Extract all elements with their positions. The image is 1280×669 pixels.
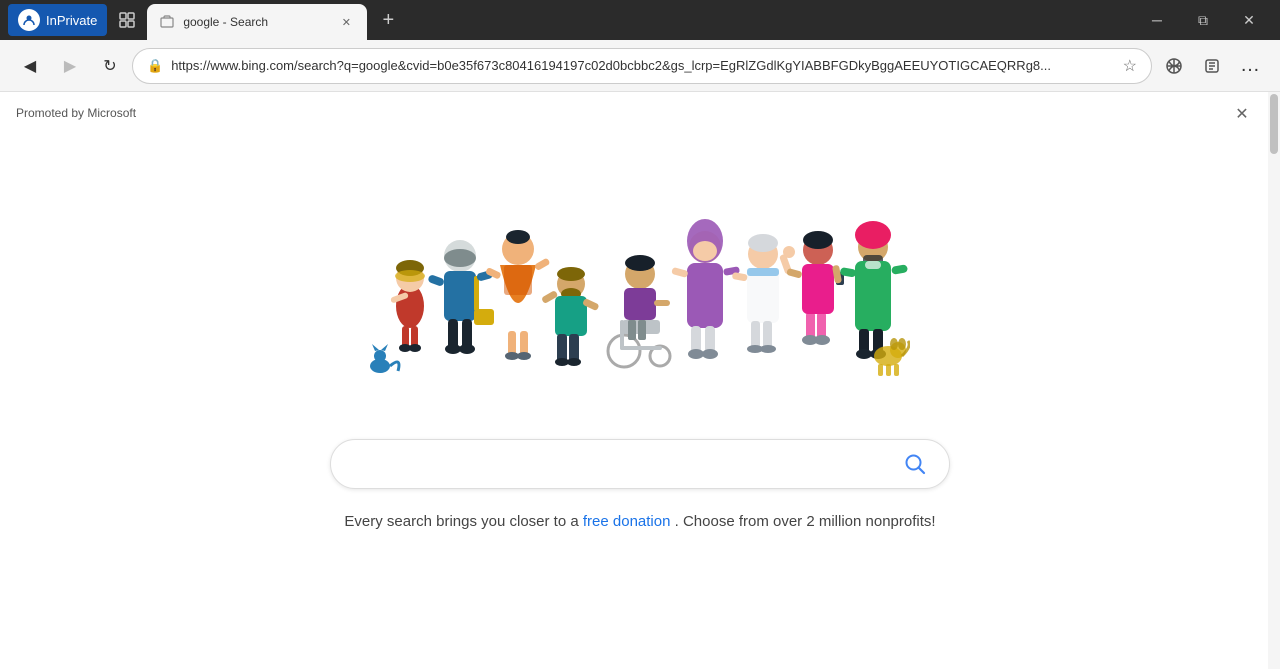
search-icon-button[interactable] (897, 446, 933, 482)
tab-switcher-button[interactable] (111, 4, 143, 36)
refresh-button[interactable]: ↻ (92, 48, 128, 84)
inprivate-label: InPrivate (46, 13, 97, 28)
navigation-bar: ◀ ▶ ↻ 🔒 https://www.bing.com/search?q=go… (0, 40, 1280, 92)
tagline: Every search brings you closer to a free… (344, 513, 935, 530)
search-box[interactable] (330, 439, 950, 489)
hub-button[interactable] (1156, 48, 1192, 84)
more-button[interactable]: … (1232, 48, 1268, 84)
promoted-label: Promoted by Microsoft (16, 106, 136, 120)
lock-icon: 🔒 (147, 58, 163, 74)
illustration-container (360, 201, 920, 411)
people-illustration (370, 206, 910, 406)
address-text: https://www.bing.com/search?q=google&cvi… (171, 58, 1114, 73)
main-content: Every search brings you closer to a free… (0, 92, 1280, 669)
page-content: Promoted by Microsoft ✕ (0, 92, 1280, 669)
active-tab[interactable]: google - Search ✕ (147, 4, 367, 40)
favorite-icon[interactable]: ☆ (1123, 56, 1137, 76)
minimize-button[interactable]: ─ (1134, 4, 1180, 36)
scrollbar-thumb[interactable] (1270, 94, 1278, 154)
address-bar[interactable]: 🔒 https://www.bing.com/search?q=google&c… (132, 48, 1152, 84)
tagline-pre: Every search brings you closer to a (344, 513, 578, 530)
tagline-link[interactable]: free donation (583, 513, 671, 530)
tab-title: google - Search (183, 15, 329, 29)
inprivate-button[interactable]: InPrivate (8, 4, 107, 36)
tagline-post: . Choose from over 2 million nonprofits! (675, 513, 936, 530)
scrollbar[interactable] (1268, 92, 1280, 669)
collections-button[interactable] (1194, 48, 1230, 84)
close-promo-button[interactable]: ✕ (1228, 100, 1256, 128)
nav-right-buttons: … (1156, 48, 1268, 84)
search-input[interactable] (347, 455, 897, 473)
back-button[interactable]: ◀ (12, 48, 48, 84)
tab-close-button[interactable]: ✕ (337, 13, 355, 31)
restore-button[interactable]: ⧉ (1180, 4, 1226, 36)
close-button[interactable]: ✕ (1226, 4, 1272, 36)
forward-button[interactable]: ▶ (52, 48, 88, 84)
tab-favicon (159, 14, 175, 30)
new-tab-button[interactable]: + (373, 5, 403, 35)
